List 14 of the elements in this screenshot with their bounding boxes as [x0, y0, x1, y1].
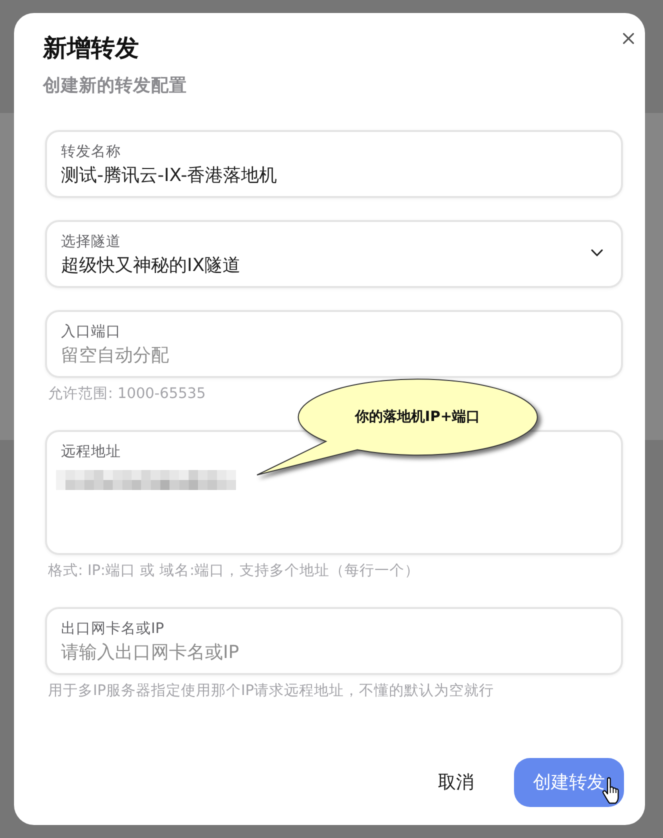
dialog-title: 新增转发 — [43, 33, 140, 63]
chevron-down-icon[interactable] — [591, 249, 603, 257]
hint-text: 用于多IP服务器指定使用那个IP请求远程地址，不懂的默认为空就行 — [48, 682, 496, 700]
callout-text: 你的落地机IP+端口 — [354, 408, 482, 426]
field-label: 转发名称 — [61, 144, 121, 161]
cancel-button[interactable]: 取消 — [420, 760, 492, 804]
dialog-subtitle: 创建新的转发配置 — [43, 75, 187, 97]
field-label: 入口端口 — [61, 324, 121, 341]
field-label: 出口网卡名或IP — [61, 621, 164, 638]
hint-text: 允许范围: 1000-65535 — [48, 385, 207, 403]
hint-text: 格式: IP:端口 或 域名:端口，支持多个地址（每行一个） — [48, 562, 421, 580]
field-label: 远程地址 — [61, 444, 121, 461]
close-icon[interactable] — [623, 33, 634, 44]
field-label: 选择隧道 — [61, 234, 121, 251]
